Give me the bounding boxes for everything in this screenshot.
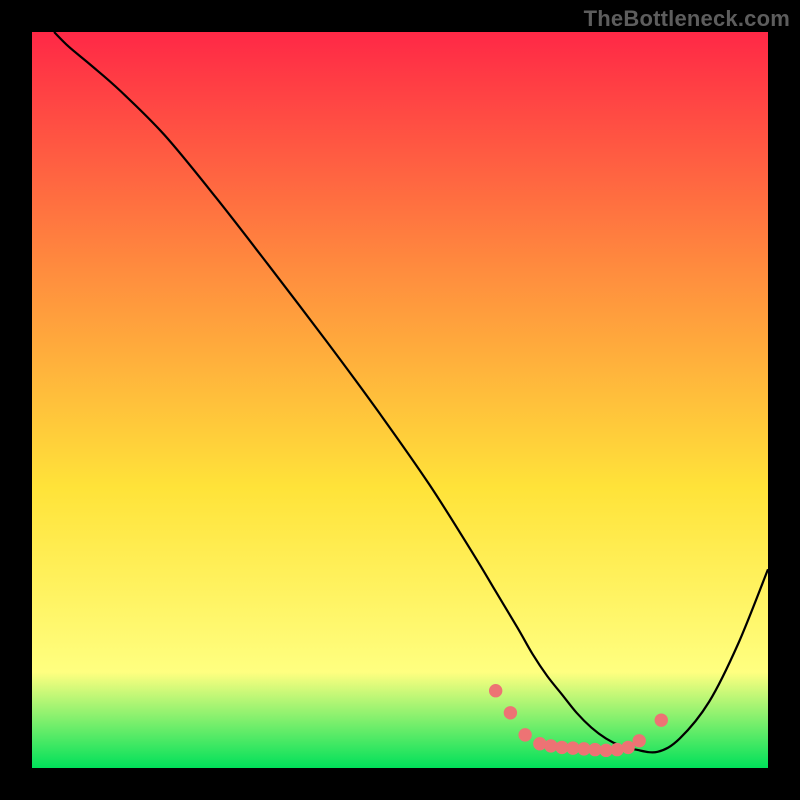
data-marker xyxy=(611,743,623,755)
data-marker xyxy=(489,685,501,697)
data-marker xyxy=(655,714,667,726)
data-marker xyxy=(504,707,516,719)
data-marker xyxy=(622,741,634,753)
plot-frame xyxy=(32,32,768,768)
data-marker xyxy=(600,744,612,756)
chart-container: TheBottleneck.com xyxy=(0,0,800,800)
data-marker xyxy=(519,729,531,741)
data-marker xyxy=(567,742,579,754)
chart-svg xyxy=(32,32,768,768)
data-marker xyxy=(556,741,568,753)
data-marker xyxy=(578,743,590,755)
data-marker xyxy=(633,735,645,747)
gradient-background xyxy=(32,32,768,768)
data-marker xyxy=(545,740,557,752)
data-marker xyxy=(589,743,601,755)
data-marker xyxy=(534,738,546,750)
brand-watermark: TheBottleneck.com xyxy=(584,6,790,32)
